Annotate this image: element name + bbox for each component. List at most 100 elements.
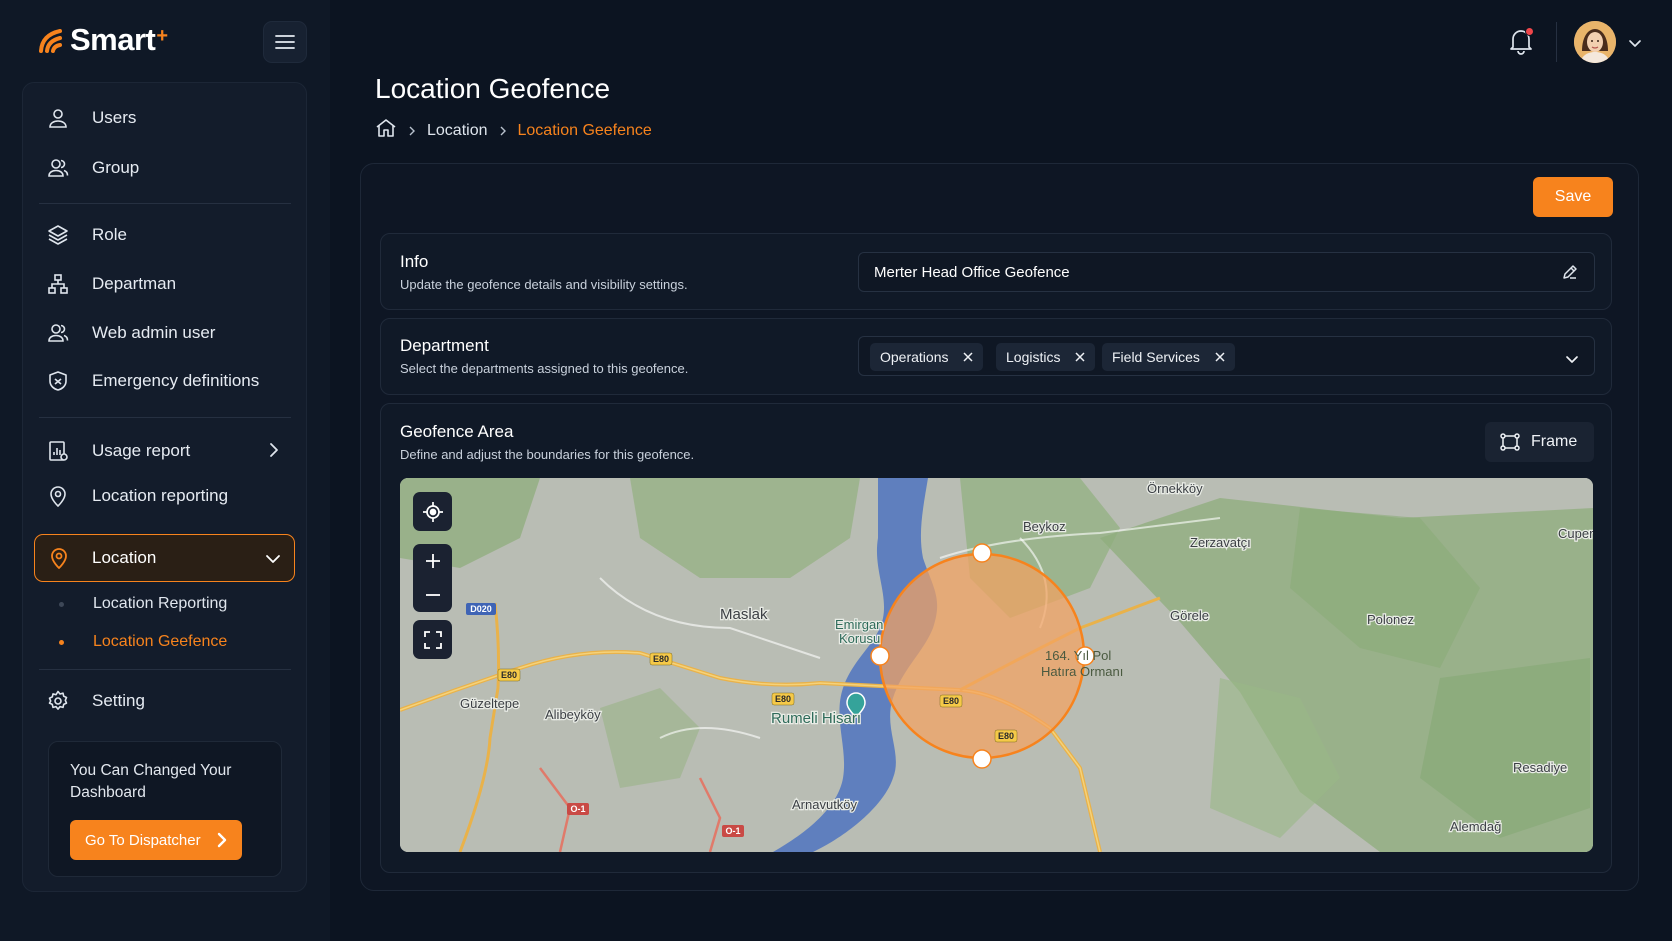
zoom-controls — [413, 544, 452, 612]
chevron-down-icon[interactable] — [1565, 352, 1579, 370]
sidebar-item-role[interactable]: Role — [37, 215, 293, 255]
department-multiselect[interactable]: Operations Logistics Field Services — [858, 336, 1595, 376]
section-title: Department — [400, 336, 489, 355]
promo-button-label: Go To Dispatcher — [85, 831, 201, 849]
map-shield-d020: D020 — [470, 604, 492, 614]
fullscreen-button[interactable] — [413, 620, 452, 659]
map-label-maslak: Maslak — [720, 606, 768, 623]
breadcrumb: Location Location Geefence — [375, 118, 652, 143]
map-shield-e80: E80 — [501, 670, 517, 680]
go-to-dispatcher-button[interactable]: Go To Dispatcher — [70, 820, 242, 860]
notification-badge — [1525, 27, 1534, 36]
logo-mark-icon — [39, 29, 62, 53]
map-shield-o1: O-1 — [725, 826, 740, 836]
admin-user-icon — [45, 320, 71, 346]
sidebar-item-web-admin-user[interactable]: Web admin user — [37, 313, 293, 353]
plus-icon — [425, 554, 440, 568]
map-label-resadiye: Resadiye — [1513, 760, 1567, 775]
section-title: Geofence Area — [400, 422, 514, 441]
sidebar-item-label: Group — [92, 158, 140, 177]
map-label-ornekkoy: Örnekköy — [1147, 481, 1203, 496]
home-icon[interactable] — [375, 118, 397, 143]
org-chart-icon — [45, 271, 71, 297]
group-icon — [45, 155, 71, 181]
user-icon — [45, 105, 71, 131]
sidebar-item-group[interactable]: Group — [37, 148, 293, 188]
chevron-down-icon[interactable] — [1628, 36, 1642, 54]
chevron-down-icon — [265, 549, 281, 569]
section-subtitle: Select the departments assigned to this … — [400, 361, 689, 376]
sidebar-item-location-reporting[interactable]: Location reporting — [37, 476, 293, 516]
close-icon[interactable] — [1215, 352, 1225, 362]
section-title: Info — [400, 252, 429, 271]
sidebar-item-setting[interactable]: Setting — [37, 681, 293, 721]
nav-divider — [39, 669, 291, 670]
bullet-dot — [59, 639, 64, 645]
sidebar-item-usage-report[interactable]: Usage report — [37, 431, 293, 471]
close-icon[interactable] — [1075, 352, 1085, 362]
map-shield-e80: E80 — [943, 696, 959, 706]
bullet-dot — [59, 601, 64, 607]
shield-icon — [45, 368, 71, 394]
frame-icon — [1500, 433, 1520, 451]
geofence-name-value: Merter Head Office Geofence — [874, 264, 1070, 281]
sidebar-item-label: Location reporting — [92, 486, 229, 505]
map-canvas[interactable]: D020 E80 E80 E80 E80 E80 O-1 O-1 Örnekkö… — [400, 478, 1593, 852]
dashboard-promo-card: You Can Changed Your Dashboard Go To Dis… — [48, 741, 282, 877]
map-label-rumeli: Rumeli Hisarı — [771, 710, 861, 727]
department-chip: Operations — [870, 343, 984, 371]
zoom-in-button[interactable] — [425, 544, 441, 578]
map-label-korusu: Korusu — [839, 631, 880, 646]
chevron-right-icon — [408, 125, 416, 137]
sidebar-item-label: Role — [92, 225, 127, 244]
chevron-right-icon — [499, 125, 507, 137]
map-label-gorele: Görele — [1170, 608, 1209, 623]
department-chip: Field Services — [1102, 343, 1235, 371]
map-label-arnavutkoy: Arnavutköy — [792, 797, 858, 812]
info-section: Info Update the geofence details and vis… — [380, 233, 1612, 310]
user-avatar[interactable] — [1574, 21, 1616, 63]
brand-name: Smart — [70, 22, 156, 57]
close-icon[interactable] — [963, 352, 974, 362]
sidebar-subitem-location-geofence[interactable]: Location Geefence — [59, 633, 227, 651]
brand-superscript: + — [156, 24, 168, 47]
frame-label: Frame — [1531, 433, 1578, 450]
sidebar-nav: Users Group Role Departman Web admin use… — [22, 82, 307, 892]
sidebar-item-emergency-definitions[interactable]: Emergency definitions — [37, 361, 293, 401]
sidebar-item-departman[interactable]: Departman — [37, 264, 293, 304]
chip-label: Operations — [880, 349, 949, 365]
edit-icon[interactable] — [1561, 263, 1579, 286]
map-label-alemdag: Alemdağ — [1450, 819, 1501, 834]
zoom-out-button[interactable] — [425, 578, 441, 612]
map-shield-o1: O-1 — [570, 804, 585, 814]
department-section: Department Select the departments assign… — [380, 318, 1612, 395]
brand-logo[interactable]: Smart + — [38, 22, 168, 58]
header-divider — [1556, 22, 1557, 62]
nav-divider — [39, 417, 291, 418]
map-label-beykoz: Beykoz — [1023, 519, 1066, 534]
breadcrumb-parent[interactable]: Location — [427, 122, 488, 140]
chip-label: Field Services — [1112, 349, 1200, 365]
chip-label: Logistics — [1006, 349, 1061, 365]
map-label-poligon: 164. Yıl Pol — [1045, 648, 1111, 663]
section-subtitle: Define and adjust the boundaries for thi… — [400, 447, 695, 462]
save-button[interactable]: Save — [1533, 177, 1613, 217]
menu-toggle-button[interactable] — [263, 21, 307, 63]
breadcrumb-current: Location Geefence — [517, 121, 652, 139]
sidebar-item-users[interactable]: Users — [37, 98, 293, 138]
locate-me-button[interactable] — [413, 492, 452, 531]
sidebar-item-location[interactable]: Location — [34, 534, 295, 582]
notifications-button[interactable] — [1508, 27, 1536, 57]
department-chip: Logistics — [996, 343, 1096, 371]
frame-button[interactable]: Frame — [1485, 422, 1594, 462]
layers-icon — [45, 222, 71, 248]
crosshair-icon — [422, 501, 443, 522]
chevron-right-icon — [217, 832, 227, 852]
map-shield-e80: E80 — [653, 654, 669, 664]
map-label-emirgan: Emirgan — [835, 617, 883, 632]
geofence-map[interactable]: D020 E80 E80 E80 E80 E80 O-1 O-1 Örnekkö… — [400, 478, 1593, 852]
sidebar-subitem-label: Location Geefence — [93, 633, 228, 650]
map-label-polonez: Polonez — [1367, 612, 1414, 627]
sidebar-subitem-location-reporting[interactable]: Location Reporting — [59, 595, 227, 613]
geofence-name-field[interactable]: Merter Head Office Geofence — [858, 252, 1595, 292]
